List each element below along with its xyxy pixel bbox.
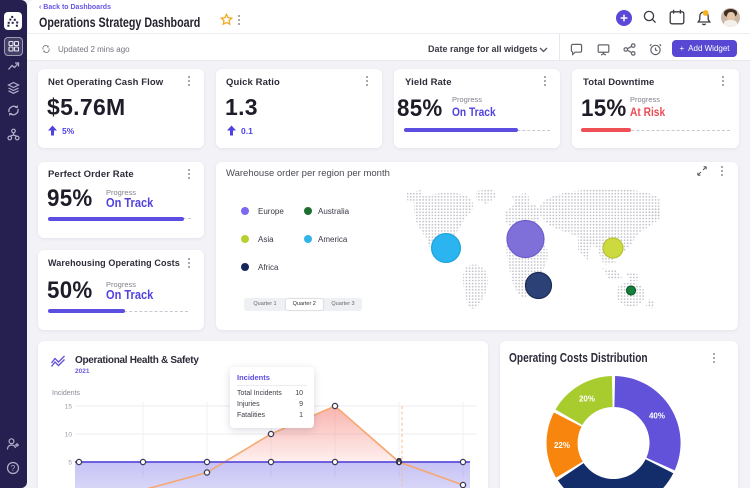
svg-text:22%: 22% <box>554 441 570 450</box>
svg-text:8: 8 <box>396 457 402 468</box>
svg-text:20%: 20% <box>579 395 595 404</box>
svg-text:10: 10 <box>65 432 73 439</box>
svg-text:40%: 40% <box>649 412 665 421</box>
svg-text:?: ? <box>11 464 16 473</box>
svg-text:5: 5 <box>68 460 72 467</box>
svg-text:15: 15 <box>65 404 73 411</box>
